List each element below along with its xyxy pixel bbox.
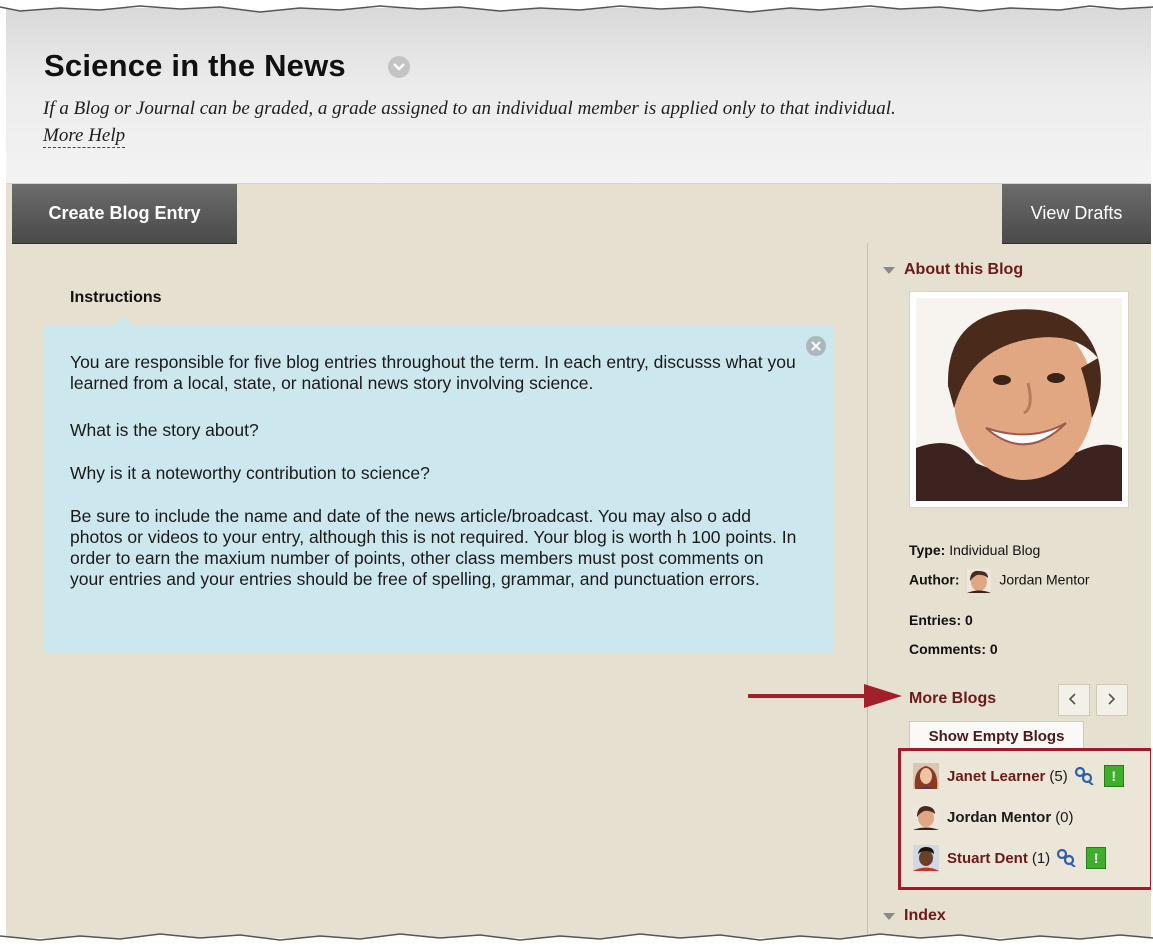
- view-drafts-button[interactable]: View Drafts: [1002, 184, 1151, 244]
- avatar: [913, 845, 939, 871]
- create-blog-entry-button[interactable]: Create Blog Entry: [12, 184, 237, 244]
- avatar: [967, 569, 992, 593]
- page-title: Science in the News: [44, 48, 346, 83]
- next-button[interactable]: [1096, 684, 1128, 716]
- torn-edge-top: [0, 0, 1153, 13]
- people-link-icon[interactable]: [1056, 849, 1076, 867]
- chevron-right-icon: [1108, 693, 1116, 705]
- avatar: [916, 298, 1122, 501]
- instructions-paragraph: You are responsible for five blog entrie…: [70, 352, 796, 393]
- instructions-paragraph: What is the story about?: [70, 420, 259, 440]
- blog-entry-count: (5): [1049, 767, 1068, 785]
- triangle-down-icon: [883, 912, 895, 920]
- instructions-heading: Instructions: [70, 289, 162, 306]
- blog-owner-name: Stuart Dent: [947, 849, 1028, 867]
- chevron-down-icon[interactable]: [388, 56, 410, 78]
- blog-list-item[interactable]: Jordan Mentor (0): [913, 804, 1074, 830]
- callout-pointer: [113, 316, 133, 326]
- people-link-icon[interactable]: [1074, 767, 1094, 785]
- entries-value: 0: [965, 612, 973, 628]
- blog-entries-count: Entries: 0: [909, 612, 973, 628]
- close-icon[interactable]: [806, 336, 826, 356]
- blog-author: Author: Jordan Mentor: [909, 569, 1090, 593]
- page-subtitle: If a Blog or Journal can be graded, a gr…: [43, 98, 896, 119]
- avatar: [913, 804, 939, 830]
- index-title: Index: [904, 907, 946, 924]
- blog-owner-name: Jordan Mentor: [947, 808, 1052, 826]
- entries-label: Entries:: [909, 612, 962, 628]
- blog-type: Type: Individual Blog: [909, 542, 1040, 558]
- previous-button[interactable]: [1058, 684, 1090, 716]
- triangle-down-icon: [883, 266, 895, 274]
- more-blogs-list: Janet Learner (5) ! Jordan Mentor (0) St…: [898, 748, 1151, 890]
- index-toggle[interactable]: Index: [883, 907, 946, 925]
- blog-entry-count: (1): [1031, 849, 1051, 867]
- instructions-panel: You are responsible for five blog entrie…: [44, 316, 834, 653]
- show-empty-blogs-button[interactable]: Show Empty Blogs: [909, 721, 1084, 751]
- author-label: Author:: [909, 571, 960, 588]
- blog-comments-count: Comments: 0: [909, 641, 998, 657]
- about-blog-toggle[interactable]: About this Blog: [883, 261, 1023, 279]
- avatar: [913, 763, 939, 789]
- type-label: Type:: [909, 542, 946, 558]
- about-blog-title: About this Blog: [904, 261, 1024, 278]
- author-name: Jordan Mentor: [999, 571, 1090, 588]
- more-blogs-heading: More Blogs: [909, 690, 996, 708]
- blog-entry-count: (0): [1055, 808, 1074, 826]
- annotation-arrow: [748, 684, 902, 708]
- instructions-paragraph: Be sure to include the name and date of …: [70, 506, 797, 589]
- needs-grading-icon[interactable]: !: [1086, 847, 1107, 869]
- more-help-link[interactable]: More Help: [43, 125, 126, 148]
- blog-list-item[interactable]: Janet Learner (5) !: [913, 763, 1124, 789]
- type-value: Individual Blog: [949, 542, 1041, 558]
- instructions-paragraph: Why is it a noteworthy contribution to s…: [70, 463, 430, 483]
- comments-value: 0: [989, 641, 998, 657]
- chevron-left-icon: [1068, 693, 1076, 705]
- column-divider: [867, 243, 868, 938]
- blog-page: Science in the News If a Blog or Journal…: [6, 8, 1151, 938]
- more-blogs-title: More Blogs: [909, 690, 997, 707]
- needs-grading-icon[interactable]: !: [1103, 765, 1124, 787]
- blog-list-item[interactable]: Stuart Dent (1) !: [913, 845, 1107, 871]
- torn-edge-bottom: [0, 933, 1153, 946]
- blog-author-photo: [909, 291, 1129, 508]
- comments-label: Comments:: [909, 641, 987, 657]
- page-header: Science in the News If a Blog or Journal…: [6, 8, 1151, 184]
- blog-owner-name: Janet Learner: [947, 767, 1046, 785]
